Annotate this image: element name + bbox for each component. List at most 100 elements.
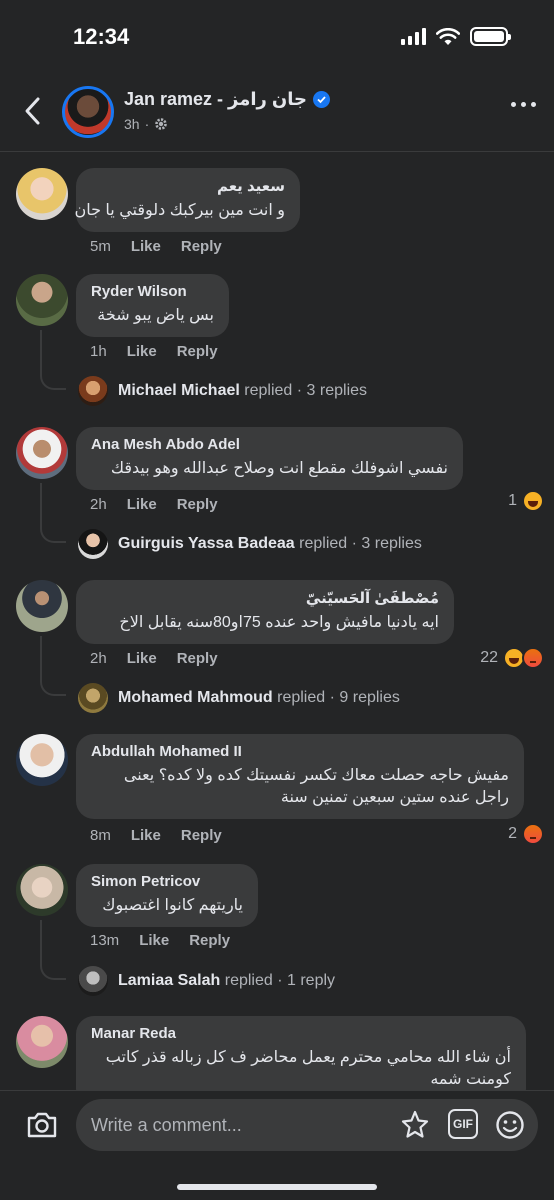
comment-text: بس ياض يبو شخة: [97, 307, 214, 324]
view-replies-link[interactable]: Lamiaa Salah replied · 1 reply: [78, 966, 335, 996]
reply-author: Mohamed Mahmoud: [118, 689, 273, 706]
reply-button[interactable]: Reply: [189, 932, 230, 949]
view-replies-link[interactable]: Guirguis Yassa Badeaa replied · 3 replie…: [78, 529, 422, 559]
reply-count: 3 replies: [361, 535, 422, 552]
reaction-summary[interactable]: 1: [508, 490, 544, 512]
meta-separator: ·: [329, 689, 335, 706]
emoji-icon[interactable]: [494, 1109, 526, 1141]
reply-verb: replied: [244, 382, 293, 399]
comment-author[interactable]: Abdullah Mohamed II: [91, 743, 509, 760]
meta-separator: ·: [351, 535, 357, 552]
comment-bubble: مُصْطفَىٰ آلحَسيّنيّ ايه يادنيا مافيش وا…: [76, 580, 454, 644]
avatar[interactable]: [16, 427, 68, 479]
reply-verb: replied: [299, 535, 348, 552]
like-button[interactable]: Like: [127, 650, 157, 667]
reaction-summary[interactable]: 22: [480, 647, 544, 669]
haha-reaction-icon: [522, 490, 544, 512]
view-replies-link[interactable]: Michael Michael replied · 3 replies: [78, 376, 367, 406]
comment-text: أن شاء الله محامي محترم يعمل محاضر ف كل …: [105, 1049, 511, 1066]
reply-verb: replied: [224, 972, 273, 989]
reply-count: 1 reply: [287, 972, 336, 989]
comment-actions: 2h Like Reply: [90, 496, 218, 513]
comment-author[interactable]: Ryder Wilson: [91, 283, 214, 300]
more-dot: [531, 102, 536, 107]
comment-time: 2h: [90, 496, 107, 513]
comment-author[interactable]: سعيد يعم: [91, 177, 285, 195]
comment-bubble: Abdullah Mohamed II مفيش حاجه حصلت معاك …: [76, 734, 524, 819]
more-options-button[interactable]: [511, 102, 536, 107]
angry-reaction-icon: [522, 823, 544, 845]
like-button[interactable]: Like: [131, 238, 161, 255]
back-button[interactable]: [18, 94, 48, 128]
wifi-icon: [436, 27, 460, 45]
reply-button[interactable]: Reply: [177, 343, 218, 360]
comment-text-line: راجل عنده ستين سبعين تمنين سنة: [280, 789, 509, 806]
camera-icon[interactable]: [26, 1111, 58, 1139]
more-dot: [521, 102, 526, 107]
reply-avatar: [78, 376, 108, 406]
comment-time: 2h: [90, 650, 107, 667]
meta-separator: ·: [277, 972, 283, 989]
comment-author[interactable]: مُصْطفَىٰ آلحَسيّنيّ: [91, 589, 439, 607]
reply-avatar: [78, 683, 108, 713]
avatar[interactable]: [16, 1016, 68, 1068]
status-bar: 12:34: [0, 0, 554, 70]
comment-actions: 2h Like Reply: [90, 650, 218, 667]
author-avatar[interactable]: [62, 86, 114, 138]
reply-avatar: [78, 529, 108, 559]
reply-author: Guirguis Yassa Badeaa: [118, 535, 295, 552]
author-name-row[interactable]: Jan ramez - جان رامز: [124, 89, 331, 110]
reply-button[interactable]: Reply: [181, 827, 222, 844]
comment-text: و انت مين بيركبك دلوقتي يا جان: [74, 202, 285, 219]
comment-bubble: Ana Mesh Abdo Adel نفسي اشوفلك مقطع انت …: [76, 427, 463, 490]
gif-label: GIF: [453, 1117, 473, 1131]
reaction-summary[interactable]: 2: [508, 823, 544, 845]
comment-time: 1h: [90, 343, 107, 360]
thread-line: [40, 920, 66, 980]
home-indicator[interactable]: [177, 1184, 377, 1190]
comment-author[interactable]: Ana Mesh Abdo Adel: [91, 436, 448, 453]
comment-actions: 8m Like Reply: [90, 827, 222, 844]
meta-separator: ·: [144, 116, 150, 132]
like-button[interactable]: Like: [127, 496, 157, 513]
thread-line: [40, 636, 66, 696]
cellular-signal-icon: [401, 28, 426, 45]
comment-time: 8m: [90, 827, 111, 844]
avatar[interactable]: [16, 274, 68, 326]
comment-bubble: Manar Reda أن شاء الله محامي محترم يعمل …: [76, 1016, 526, 1090]
gear-icon: [155, 118, 168, 130]
like-button[interactable]: Like: [139, 932, 169, 949]
reply-button[interactable]: Reply: [177, 496, 218, 513]
comment-bubble: Ryder Wilson بس ياض يبو شخة: [76, 274, 229, 337]
sticker-icon[interactable]: [399, 1109, 431, 1141]
reply-button[interactable]: Reply: [181, 238, 222, 255]
comment-text: مفيش حاجه حصلت معاك تكسر نفسيتك كده ولا …: [123, 767, 509, 784]
post-header: Jan ramez - جان رامز 3h ·: [0, 72, 554, 152]
comment: Manar Reda أن شاء الله محامي محترم يعمل …: [0, 1014, 554, 1090]
avatar[interactable]: [16, 864, 68, 916]
avatar[interactable]: [16, 168, 68, 220]
reply-count: 9 replies: [339, 689, 400, 706]
reaction-count: 22: [480, 649, 498, 666]
reply-button[interactable]: Reply: [177, 650, 218, 667]
comment-text-line: كومنت شمه: [430, 1071, 511, 1088]
comment-composer: GIF: [0, 1090, 554, 1200]
avatar[interactable]: [16, 580, 68, 632]
angry-reaction-icon: [522, 647, 544, 669]
post-time: 3h: [124, 116, 140, 132]
view-replies-link[interactable]: Mohamed Mahmoud replied · 9 replies: [78, 683, 400, 713]
reply-avatar: [78, 966, 108, 996]
comment-author[interactable]: Manar Reda: [91, 1025, 511, 1042]
avatar[interactable]: [16, 734, 68, 786]
more-dots-icon: [511, 102, 516, 107]
status-icons: [401, 27, 511, 46]
comment-text: ياريتهم كانوا اغتصبوك: [102, 897, 243, 914]
thread-line: [40, 483, 66, 543]
like-button[interactable]: Like: [131, 827, 161, 844]
comment-actions: 1h Like Reply: [90, 343, 218, 360]
like-button[interactable]: Like: [127, 343, 157, 360]
comment-author[interactable]: Simon Petricov: [91, 873, 243, 890]
gif-icon[interactable]: GIF: [448, 1109, 478, 1139]
thread-line: [40, 330, 66, 390]
comment-time: 13m: [90, 932, 120, 949]
